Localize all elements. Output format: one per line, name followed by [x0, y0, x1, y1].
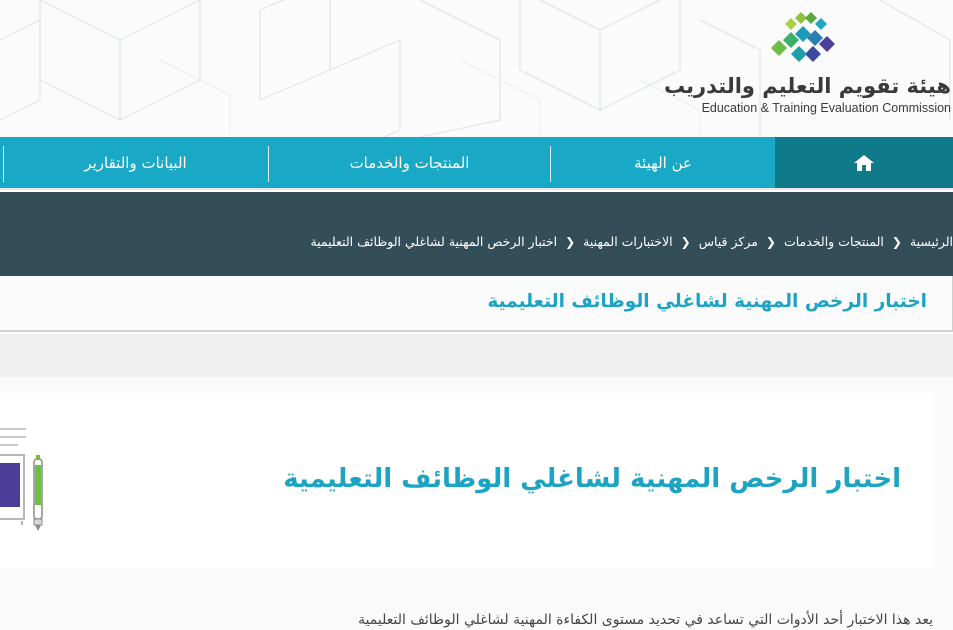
nav-item-products-services[interactable]: المنتجات والخدمات	[269, 137, 550, 188]
section-spacer	[0, 334, 953, 377]
logo-arabic-text: هيئة تقويم التعليم والتدريب	[663, 74, 951, 98]
page-title-bar: اختبار الرخص المهنية لشاغلي الوظائف التع…	[0, 276, 953, 332]
nav-item-label: المنتجات والخدمات	[349, 153, 470, 172]
site-header: هيئة تقويم التعليم والتدريب Education & …	[0, 0, 953, 137]
page-title: اختبار الرخص المهنية لشاغلي الوظائف التع…	[487, 291, 927, 312]
breadcrumb-item-products[interactable]: المنتجات والخدمات	[784, 234, 884, 249]
chevron-left-icon: ❮	[891, 234, 902, 249]
breadcrumb-bar: الرئيسية ❮ المنتجات والخدمات ❮ مركز قياس…	[0, 192, 953, 276]
home-icon	[854, 154, 874, 171]
hero-title: اختبار الرخص المهنية لشاغلي الوظائف التع…	[283, 464, 901, 494]
nav-home-button[interactable]	[775, 137, 953, 188]
exam-illustration-icon	[0, 428, 43, 531]
breadcrumb-item-professional-tests[interactable]: الاختبارات المهنية	[583, 234, 672, 249]
nav-item-label: عن الهيئة	[634, 153, 692, 172]
breadcrumb-item-home[interactable]: الرئيسية	[910, 234, 953, 249]
main-navigation: البيانات والتقارير المنتجات والخدمات عن …	[0, 137, 953, 190]
hero-card: اختبار الرخص المهنية لشاغلي الوظائف التع…	[0, 393, 933, 569]
nav-item-data-reports[interactable]: البيانات والتقارير	[3, 137, 268, 188]
breadcrumb: الرئيسية ❮ المنتجات والخدمات ❮ مركز قياس…	[310, 234, 953, 249]
breadcrumb-item-current: اختبار الرخص المهنية لشاغلي الوظائف التع…	[310, 234, 558, 249]
chevron-left-icon: ❮	[565, 234, 576, 249]
logo-english-text: Education & Training Evaluation Commissi…	[701, 101, 951, 115]
intro-paragraph: يعد هذا الاختبار أحد الأدوات التي تساعد …	[358, 612, 933, 628]
breadcrumb-item-qiyas[interactable]: مركز قياس	[699, 234, 758, 249]
logo-mark-icon	[771, 12, 835, 62]
chevron-left-icon: ❮	[765, 234, 776, 249]
chevron-left-icon: ❮	[680, 234, 691, 249]
nav-item-about[interactable]: عن الهيئة	[551, 137, 775, 188]
logo[interactable]: هيئة تقويم التعليم والتدريب Education & …	[663, 8, 953, 123]
nav-item-label: البيانات والتقارير	[84, 153, 187, 172]
